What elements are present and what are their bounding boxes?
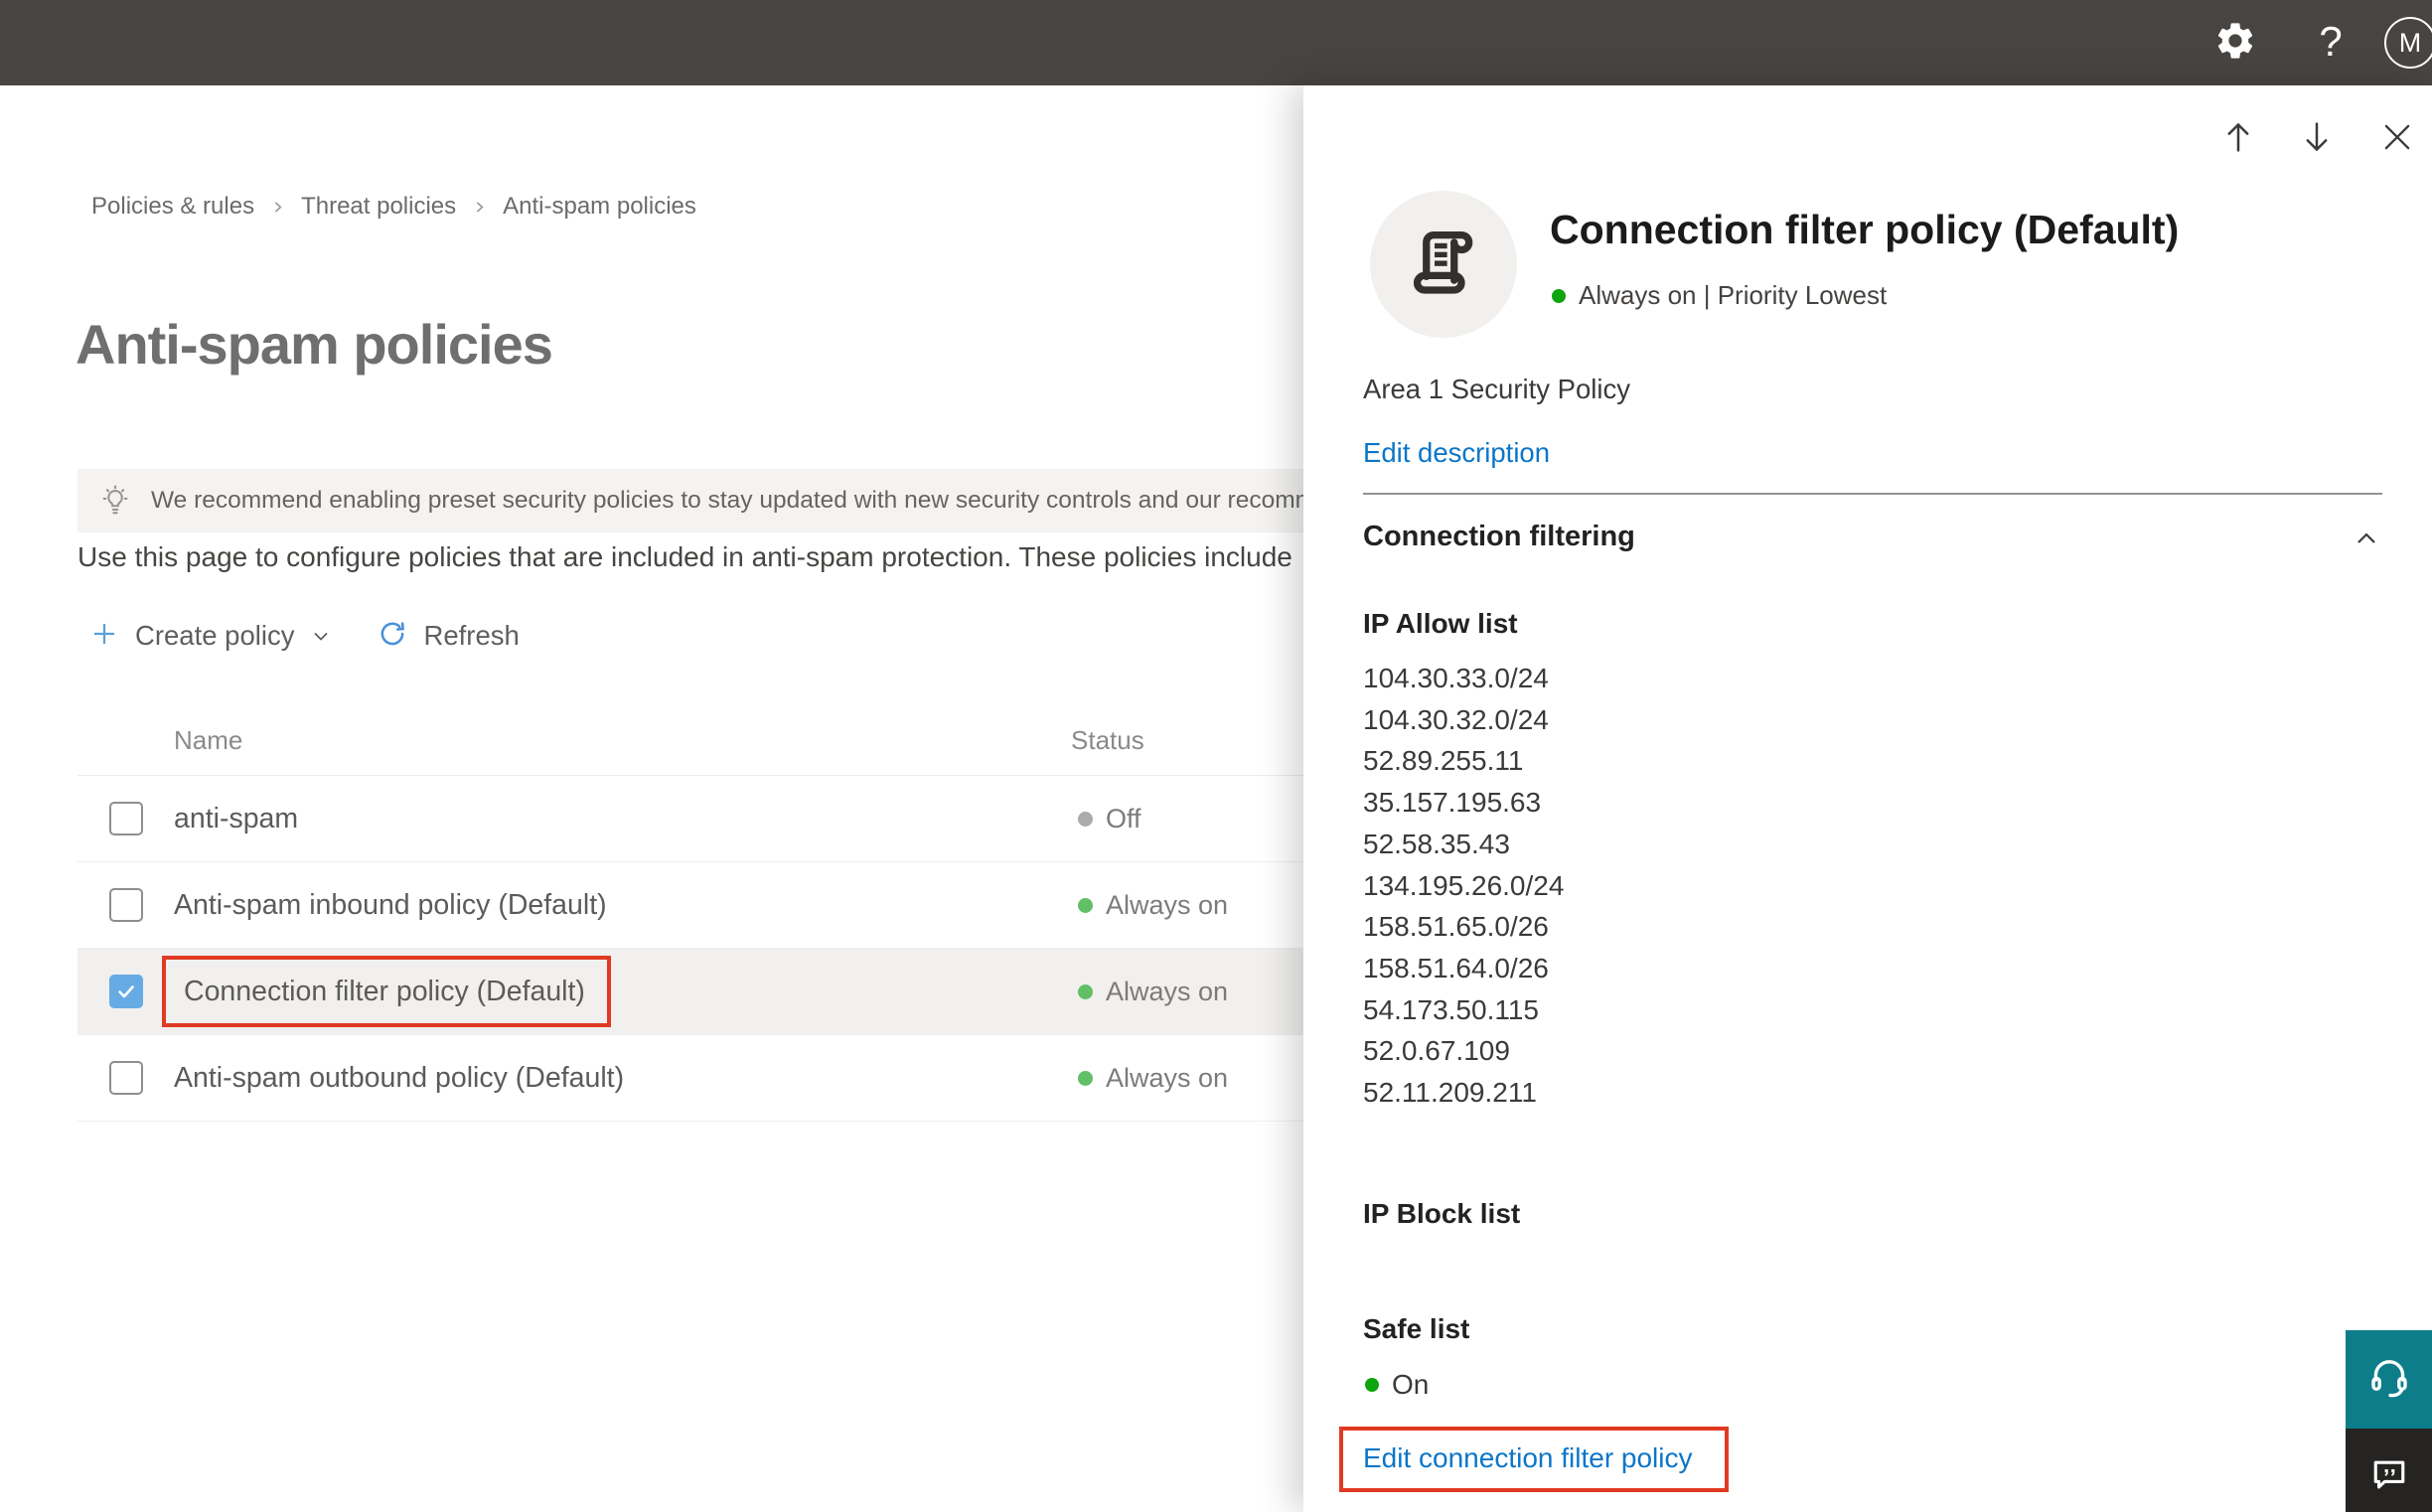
gear-icon <box>2213 19 2257 68</box>
ip-entry: 104.30.32.0/24 <box>1363 703 1549 735</box>
headset-icon <box>2365 1353 2413 1406</box>
ip-entry: 158.51.64.0/26 <box>1363 952 1549 983</box>
app-window: ? M Policies & rules Threat policies Ant… <box>0 0 2432 1512</box>
breadcrumb-threat-policies[interactable]: Threat policies <box>301 193 456 221</box>
status-cell: Always on <box>1078 862 1228 948</box>
status-dot <box>1078 897 1093 913</box>
page-title: Anti-spam policies <box>76 313 553 376</box>
ip-block-list-title: IP Block list <box>1363 1198 1521 1229</box>
breadcrumb-anti-spam-policies[interactable]: Anti-spam policies <box>503 193 696 221</box>
row-checkbox[interactable] <box>109 1061 143 1095</box>
ip-entry: 35.157.195.63 <box>1363 787 1542 819</box>
scroll-policy-icon <box>1398 217 1489 313</box>
breadcrumb-policies-rules[interactable]: Policies & rules <box>91 193 254 221</box>
chevron-right-icon <box>269 199 286 216</box>
row-checkbox-checked[interactable] <box>109 975 143 1008</box>
status-dot <box>1078 983 1093 999</box>
lightbulb-icon <box>97 483 133 519</box>
refresh-button[interactable]: Refresh <box>377 618 520 655</box>
panel-status: Always on | Priority Lowest <box>1552 280 1887 311</box>
status-cell: Always on <box>1078 1035 1228 1121</box>
column-header-name[interactable]: Name <box>174 725 242 756</box>
refresh-label: Refresh <box>423 620 520 651</box>
top-app-bar: ? M <box>0 0 2432 85</box>
create-policy-label: Create policy <box>135 620 295 651</box>
table-row[interactable]: Anti-spam inbound policy (Default) Alway… <box>77 862 1458 949</box>
avatar-initial: M <box>2398 27 2422 58</box>
details-flyout-panel: Connection filter policy (Default) Alway… <box>1303 85 2432 1512</box>
panel-status-label: Always on | Priority Lowest <box>1579 280 1888 310</box>
status-dot <box>1078 811 1093 827</box>
ip-entry: 52.89.255.11 <box>1363 745 1524 777</box>
support-button[interactable] <box>2346 1330 2432 1429</box>
row-checkbox[interactable] <box>109 888 143 922</box>
policy-description: Area 1 Security Policy <box>1363 374 1630 404</box>
ip-entry: 104.30.33.0/24 <box>1363 663 1549 693</box>
policy-name[interactable]: Anti-spam inbound policy (Default) <box>174 862 607 948</box>
policies-table: Name Status anti-spam Off Anti-spam inbo… <box>77 707 1458 1122</box>
settings-button[interactable] <box>2211 19 2259 67</box>
breadcrumb: Policies & rules Threat policies Anti-sp… <box>91 193 696 221</box>
section-title-connection-filtering: Connection filtering <box>1363 521 1635 552</box>
table-row[interactable]: Anti-spam outbound policy (Default) Alwa… <box>77 1035 1458 1122</box>
refresh-icon <box>377 618 408 655</box>
plus-icon <box>89 619 119 654</box>
safe-list-status: On <box>1365 1369 1429 1401</box>
arrow-up-icon <box>2218 117 2258 162</box>
chat-feedback-icon <box>2367 1453 2411 1502</box>
close-icon <box>2378 118 2416 161</box>
chevron-right-icon <box>471 199 488 216</box>
account-avatar[interactable]: M <box>2384 17 2432 69</box>
status-label: Off <box>1106 803 1141 833</box>
ip-entry: 54.173.50.115 <box>1363 993 1539 1025</box>
status-label: Always on <box>1106 1062 1229 1093</box>
chevron-down-icon <box>309 624 333 648</box>
banner-text: We recommend enabling preset security po… <box>151 487 1329 514</box>
ip-entry: 134.195.26.0/24 <box>1363 869 1565 901</box>
status-dot <box>1078 1070 1093 1086</box>
column-header-status[interactable]: Status <box>1071 725 1144 756</box>
policy-icon-circle <box>1370 191 1517 338</box>
close-panel-button[interactable] <box>2373 115 2421 163</box>
edit-connection-filter-policy-link[interactable]: Edit connection filter policy <box>1363 1442 1693 1474</box>
status-label: Always on <box>1106 976 1229 1006</box>
question-mark-icon: ? <box>2319 18 2343 65</box>
ip-entry: 52.0.67.109 <box>1363 1035 1510 1067</box>
policy-name[interactable]: Anti-spam outbound policy (Default) <box>174 1035 624 1121</box>
help-button[interactable]: ? <box>2307 16 2355 68</box>
previous-item-button[interactable] <box>2214 115 2262 163</box>
collapse-section-button[interactable] <box>2349 523 2384 558</box>
list-toolbar: Create policy Refresh <box>89 612 520 660</box>
ip-allow-list-title: IP Allow list <box>1363 608 1518 639</box>
safe-list-status-label: On <box>1392 1369 1430 1400</box>
policy-name[interactable]: Connection filter policy (Default) <box>184 949 585 1034</box>
safe-list-title: Safe list <box>1363 1313 1470 1344</box>
page-description: Use this page to configure policies that… <box>77 541 1292 572</box>
row-checkbox[interactable] <box>109 802 143 835</box>
table-row-selected[interactable]: Connection filter policy (Default) Alway… <box>77 949 1458 1035</box>
chevron-up-icon <box>2351 523 2382 559</box>
feedback-button[interactable] <box>2346 1429 2432 1512</box>
table-row[interactable]: anti-spam Off <box>77 776 1458 862</box>
status-dot <box>1552 288 1566 303</box>
create-policy-button[interactable]: Create policy <box>89 619 333 654</box>
ip-entry: 52.11.209.211 <box>1363 1077 1537 1109</box>
status-dot <box>1365 1378 1379 1392</box>
arrow-down-icon <box>2297 117 2337 162</box>
ip-entry: 52.58.35.43 <box>1363 828 1510 859</box>
table-header: Name Status <box>77 707 1458 776</box>
panel-title: Connection filter policy (Default) <box>1550 207 2180 252</box>
status-cell: Always on <box>1078 949 1228 1034</box>
policy-name[interactable]: anti-spam <box>174 776 298 861</box>
section-divider <box>1363 493 2382 495</box>
edit-description-link[interactable]: Edit description <box>1363 437 1550 469</box>
next-item-button[interactable] <box>2293 115 2341 163</box>
ip-entry: 158.51.65.0/26 <box>1363 911 1549 943</box>
ip-allow-list: 104.30.33.0/24 104.30.32.0/24 52.89.255.… <box>1363 658 1564 1114</box>
status-cell: Off <box>1078 776 1141 861</box>
status-label: Always on <box>1106 889 1229 920</box>
